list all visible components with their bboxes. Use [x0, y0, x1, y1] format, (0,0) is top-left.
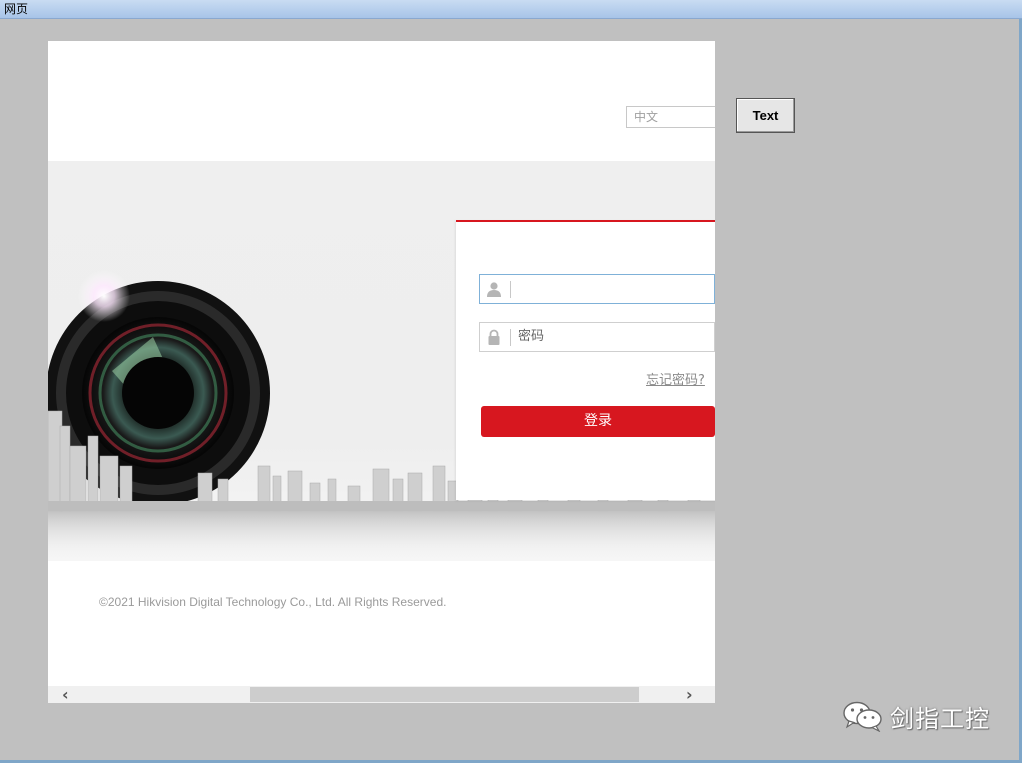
- watermark-text: 剑指工控: [890, 704, 990, 733]
- username-field[interactable]: [479, 274, 715, 304]
- password-field-separator: [510, 329, 511, 346]
- window-title-bar: 网页: [0, 0, 1022, 19]
- user-icon: [487, 282, 501, 297]
- login-button[interactable]: 登录: [481, 406, 715, 437]
- lock-icon: [488, 329, 500, 345]
- web-browser-control: 中文 密码 忘记密码? 登录 ©2021 Hikvision Digital T…: [48, 41, 715, 703]
- password-placeholder: 密码: [518, 329, 545, 344]
- language-select[interactable]: 中文: [626, 106, 715, 128]
- scrollbar-thumb[interactable]: [250, 687, 639, 702]
- window-title: 网页: [4, 2, 29, 16]
- text-button[interactable]: Text: [736, 98, 795, 133]
- wechat-icon: [843, 701, 882, 732]
- password-field[interactable]: 密码: [479, 322, 715, 352]
- username-field-separator: [510, 281, 511, 298]
- scroll-right-icon[interactable]: ›: [686, 686, 693, 703]
- copyright-text: ©2021 Hikvision Digital Technology Co., …: [99, 595, 447, 609]
- watermark: 剑指工控: [842, 698, 990, 734]
- scroll-left-icon[interactable]: ‹: [62, 686, 69, 703]
- horizontal-scrollbar[interactable]: ‹ ›: [48, 686, 715, 703]
- forgot-password-link[interactable]: 忘记密码?: [646, 369, 705, 388]
- language-select-value: 中文: [634, 110, 659, 124]
- login-panel: 密码 忘记密码? 登录: [456, 220, 715, 500]
